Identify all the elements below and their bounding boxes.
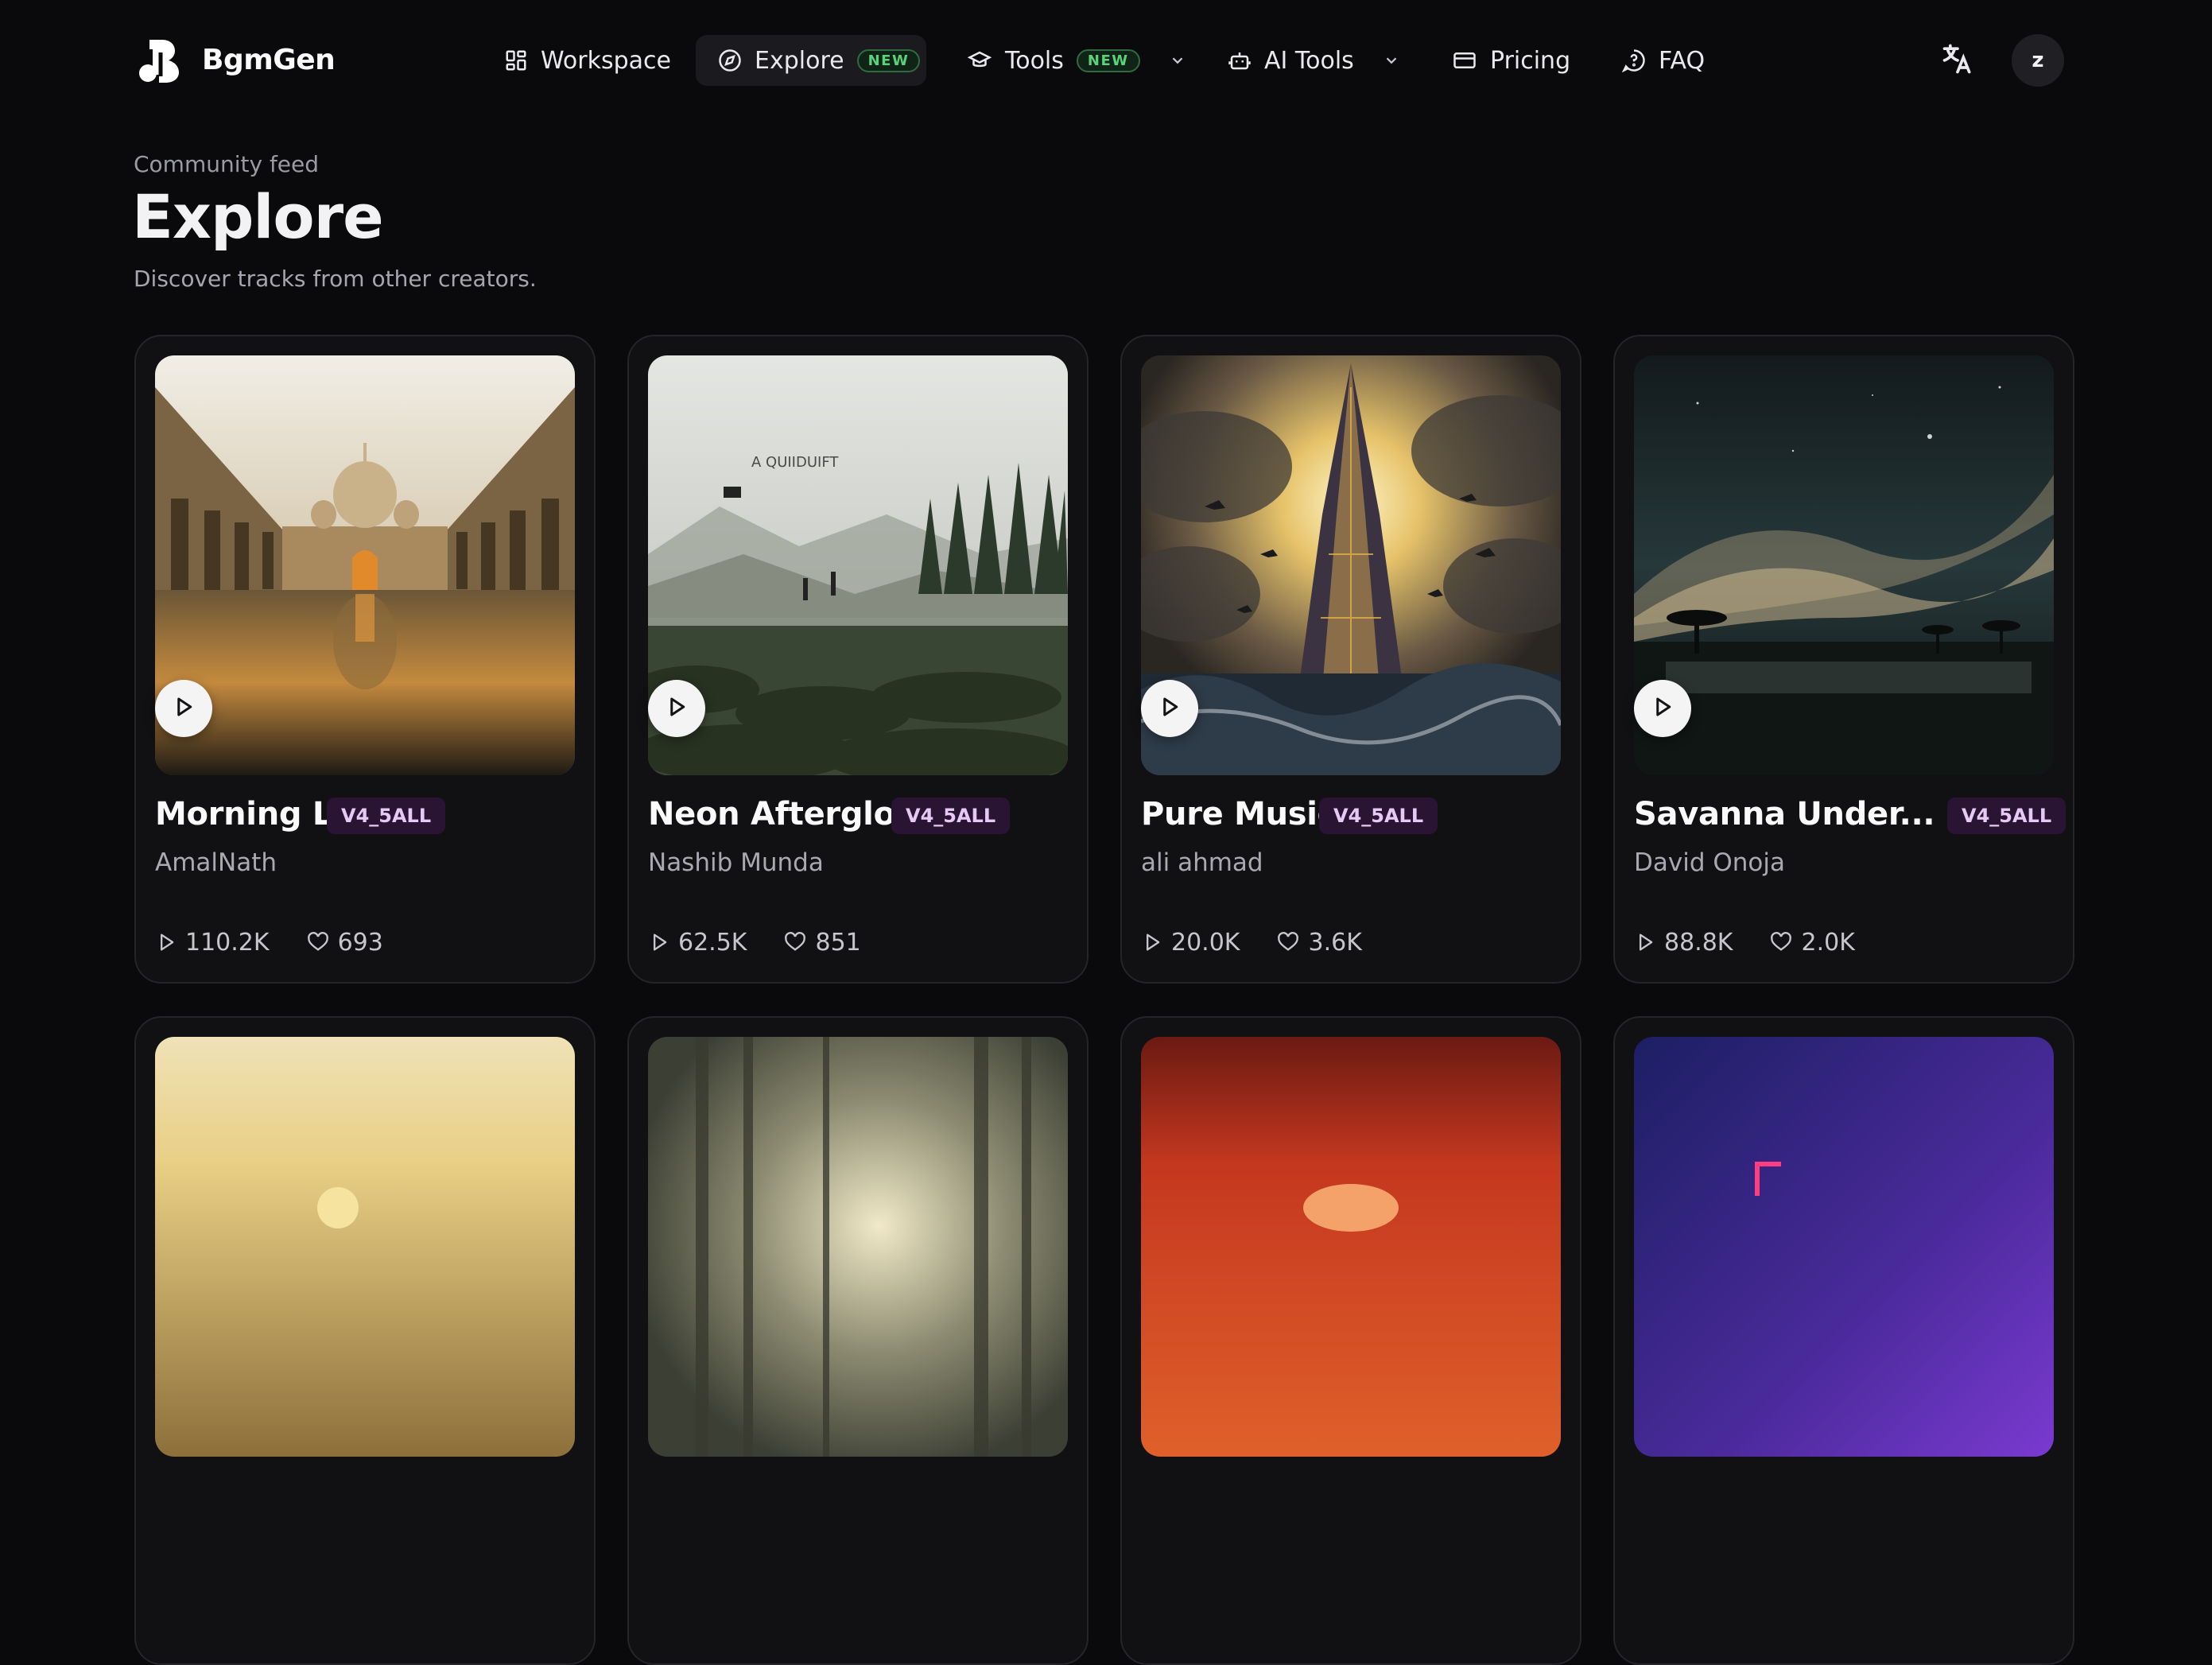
nav-pricing-label: Pricing bbox=[1490, 46, 1571, 75]
track-card[interactable]: Savanna Under... V4_5ALL David Onoja 88.… bbox=[1613, 335, 2074, 984]
play-count-value: 88.8K bbox=[1664, 928, 1733, 957]
page-title: Explore bbox=[132, 181, 384, 252]
nav-faq[interactable]: FAQ bbox=[1600, 35, 1727, 86]
track-cover-image[interactable] bbox=[155, 1037, 575, 1457]
play-button[interactable] bbox=[1634, 680, 1691, 737]
like-count-value: 2.0K bbox=[1801, 928, 1855, 957]
play-icon bbox=[1651, 695, 1675, 722]
nav-ai-tools-label: AI Tools bbox=[1264, 46, 1354, 75]
play-icon bbox=[648, 931, 670, 953]
robot-icon bbox=[1228, 49, 1252, 72]
track-cover-image[interactable] bbox=[155, 355, 575, 775]
track-cover-image[interactable] bbox=[1141, 1037, 1561, 1457]
track-card[interactable]: A QUIIDUIFT Neon Afterglow V4_5ALL Nashi… bbox=[627, 335, 1089, 984]
chevron-down-icon bbox=[1169, 52, 1186, 69]
track-author[interactable]: AmalNath bbox=[155, 848, 277, 877]
compass-icon bbox=[718, 49, 742, 72]
nav-workspace[interactable]: Workspace bbox=[482, 35, 693, 86]
play-icon bbox=[172, 695, 196, 722]
like-button[interactable]: 851 bbox=[783, 928, 861, 957]
nav-pricing[interactable]: Pricing bbox=[1430, 35, 1593, 86]
credit-card-icon bbox=[1452, 49, 1477, 72]
model-badge: V4_5ALL bbox=[891, 798, 1011, 834]
track-stats: 88.8K 2.0K bbox=[1634, 926, 1855, 958]
nav-faq-label: FAQ bbox=[1659, 46, 1706, 75]
nav-tools[interactable]: Tools NEW bbox=[945, 35, 1209, 86]
graduation-cap-icon bbox=[967, 49, 992, 72]
track-cover-image[interactable] bbox=[1634, 355, 2054, 775]
model-badge: V4_5ALL bbox=[1319, 798, 1438, 834]
play-icon bbox=[1634, 931, 1656, 953]
like-button[interactable]: 2.0K bbox=[1769, 928, 1855, 957]
page-eyebrow: Community feed bbox=[134, 151, 320, 177]
heart-icon bbox=[783, 931, 807, 953]
new-badge: NEW bbox=[1076, 49, 1140, 72]
page-subtitle: Discover tracks from other creators. bbox=[134, 266, 537, 292]
help-circle-icon bbox=[1622, 49, 1646, 72]
like-count-value: 3.6K bbox=[1308, 928, 1362, 957]
model-badge: V4_5ALL bbox=[1947, 798, 2066, 834]
track-stats: 20.0K 3.6K bbox=[1141, 926, 1362, 958]
play-count-value: 62.5K bbox=[678, 928, 747, 957]
music-note-logo-icon bbox=[135, 35, 184, 84]
brand-name: BgmGen bbox=[202, 43, 336, 76]
play-count-value: 20.0K bbox=[1171, 928, 1240, 957]
play-count: 110.2K bbox=[155, 929, 270, 957]
track-title[interactable]: Pure Music bbox=[1141, 796, 1336, 832]
play-icon bbox=[1141, 931, 1163, 953]
play-button[interactable] bbox=[1141, 680, 1198, 737]
like-button[interactable]: 693 bbox=[306, 929, 383, 957]
track-author[interactable]: Nashib Munda bbox=[648, 848, 824, 877]
track-stats: 62.5K 851 bbox=[648, 926, 861, 958]
nav-ai-tools[interactable]: AI Tools bbox=[1205, 35, 1422, 86]
track-stats: 110.2K 693 bbox=[155, 926, 383, 958]
brand-logo[interactable]: BgmGen bbox=[135, 33, 336, 86]
nav-workspace-label: Workspace bbox=[541, 46, 671, 75]
play-button[interactable] bbox=[155, 680, 212, 737]
heart-icon bbox=[306, 931, 330, 953]
track-card[interactable]: Pure Music V4_5ALL ali ahmad 20.0K 3.6K bbox=[1120, 335, 1581, 984]
like-count-value: 851 bbox=[815, 928, 861, 957]
play-icon bbox=[155, 931, 177, 953]
nav-tools-label: Tools bbox=[1005, 46, 1064, 75]
play-icon bbox=[1158, 695, 1182, 722]
track-title[interactable]: Neon Afterglow bbox=[648, 796, 925, 832]
play-count: 20.0K bbox=[1141, 929, 1240, 957]
chevron-down-icon bbox=[1383, 52, 1400, 69]
heart-icon bbox=[1276, 931, 1300, 953]
track-author[interactable]: ali ahmad bbox=[1141, 848, 1263, 877]
heart-icon bbox=[1769, 931, 1793, 953]
track-cover-image[interactable] bbox=[1634, 1037, 2054, 1457]
user-avatar[interactable]: z bbox=[2012, 34, 2064, 87]
grid-icon bbox=[504, 49, 528, 72]
track-card[interactable]: Morning Lift V4_5ALL AmalNath 110.2K 693 bbox=[134, 335, 596, 984]
nav-explore-label: Explore bbox=[755, 46, 844, 75]
play-count: 88.8K bbox=[1634, 929, 1733, 957]
play-button[interactable] bbox=[648, 680, 705, 737]
track-author[interactable]: David Onoja bbox=[1634, 848, 1785, 877]
track-card[interactable] bbox=[1613, 1016, 2074, 1665]
track-card[interactable] bbox=[627, 1016, 1089, 1665]
model-badge: V4_5ALL bbox=[327, 798, 446, 834]
cover-text: A QUIIDUIFT bbox=[751, 454, 839, 471]
play-icon bbox=[665, 695, 689, 722]
track-cover-image[interactable] bbox=[648, 1037, 1068, 1457]
track-title[interactable]: Savanna Under... bbox=[1634, 796, 1935, 832]
track-card[interactable] bbox=[134, 1016, 596, 1665]
track-card[interactable] bbox=[1120, 1016, 1581, 1665]
track-cover-image[interactable]: A QUIIDUIFT bbox=[648, 355, 1068, 775]
like-count-value: 693 bbox=[337, 928, 383, 957]
play-count-value: 110.2K bbox=[185, 928, 270, 957]
new-badge: NEW bbox=[856, 49, 921, 72]
nav-explore[interactable]: Explore NEW bbox=[696, 35, 926, 86]
track-cover-image[interactable] bbox=[1141, 355, 1561, 775]
play-count: 62.5K bbox=[648, 929, 747, 957]
translate-icon[interactable] bbox=[1940, 41, 1975, 76]
like-button[interactable]: 3.6K bbox=[1276, 928, 1362, 957]
top-navigation: BgmGen Workspace Explore NEW Tools NEW A… bbox=[0, 0, 2212, 119]
